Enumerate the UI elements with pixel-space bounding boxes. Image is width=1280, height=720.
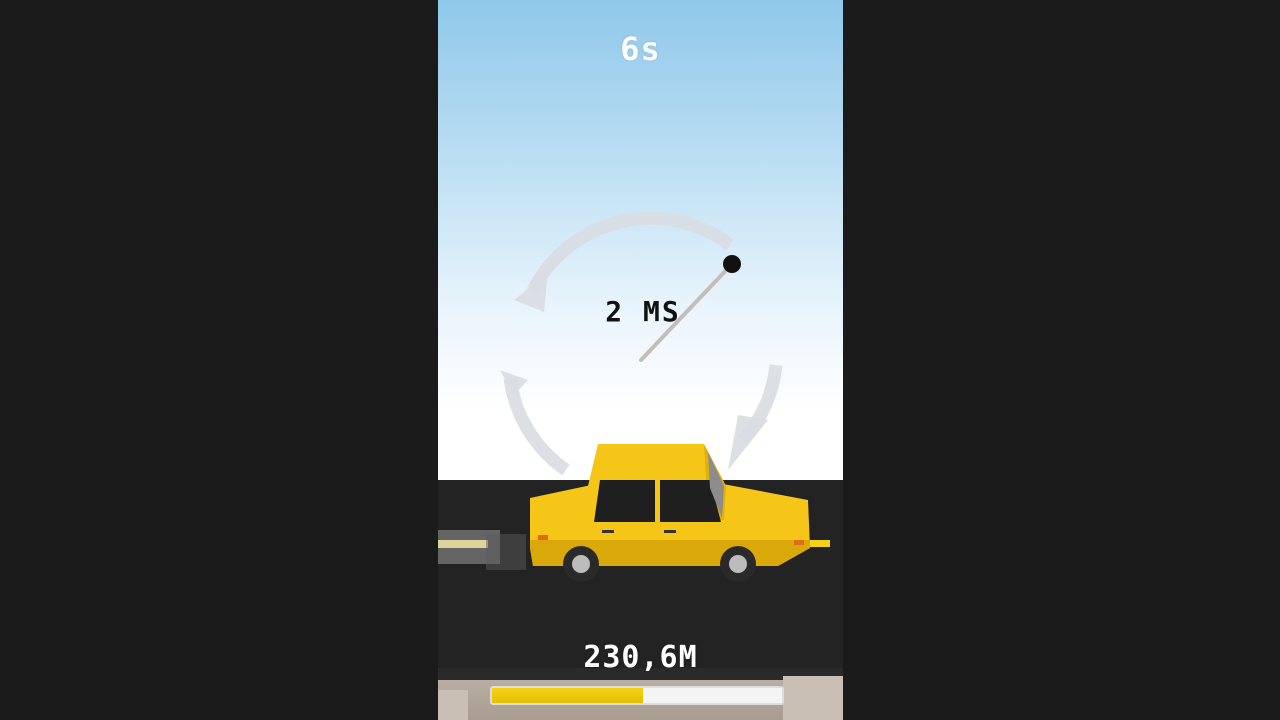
- progress-bar-fill: [492, 688, 643, 703]
- exhaust-smoke: [438, 530, 526, 570]
- game-viewport[interactable]: 6s 2 MS 230,6M: [438, 0, 843, 720]
- letterbox-left: [0, 0, 438, 720]
- yellow-car: [438, 444, 830, 582]
- headlight-beam: [808, 540, 830, 547]
- letterbox-right: [843, 0, 1280, 720]
- progress-bar: [490, 686, 784, 705]
- car-wheel-rear: [563, 546, 599, 582]
- distance-label: 230,6M: [583, 640, 698, 675]
- car-window-rear: [594, 480, 655, 522]
- car-wheel-front: [720, 546, 756, 582]
